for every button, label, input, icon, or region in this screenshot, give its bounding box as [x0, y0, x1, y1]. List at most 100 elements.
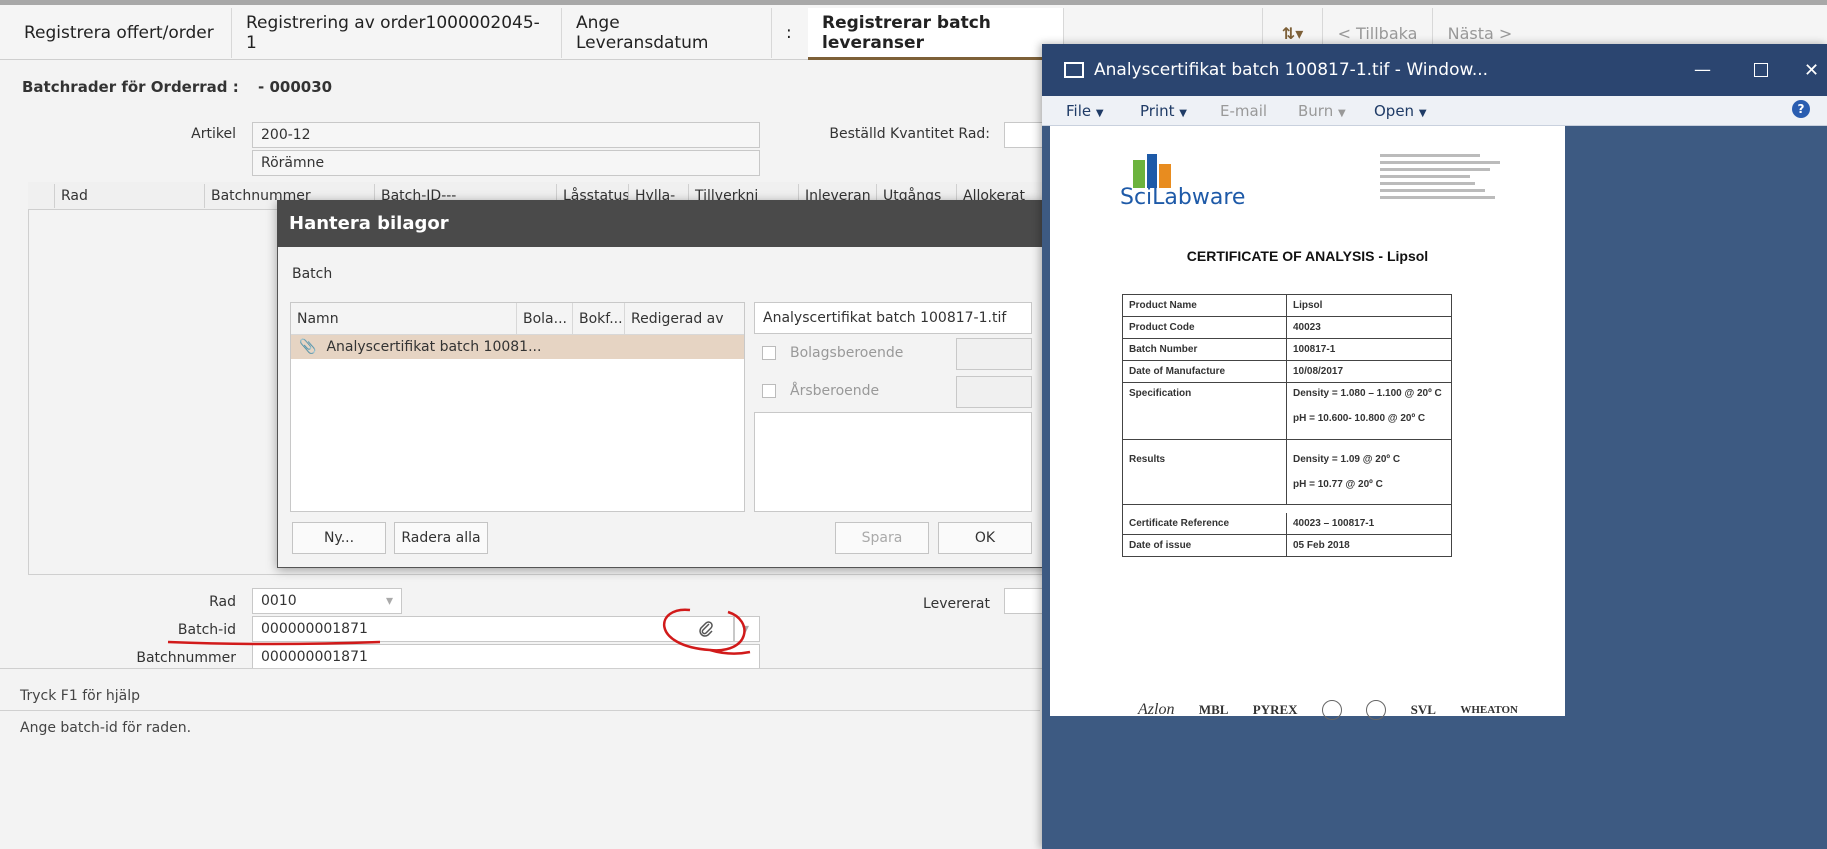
list-item[interactable]: 📎 Analyscertifikat batch 10081...: [291, 335, 744, 359]
brand-mbl: MBL: [1198, 702, 1229, 717]
tab-label: :: [786, 23, 792, 43]
table-row: Date of issue 05 Feb 2018: [1123, 535, 1451, 557]
cert-value: 40023: [1293, 322, 1321, 333]
attachment-name: Analyscertifikat batch 10081...: [326, 339, 542, 355]
help-icon[interactable]: ?: [1792, 100, 1810, 118]
brand-logo-icon: [1366, 700, 1387, 720]
certificate-table: Product Name Lipsol Product Code 40023 Bat…: [1122, 294, 1452, 557]
bolagsberoende-checkbox[interactable]: [762, 346, 776, 360]
viewer-app-icon: [1064, 62, 1084, 78]
back-label: < Tillbaka: [1337, 23, 1418, 43]
dialog-title: Hantera bilagor: [277, 200, 1047, 247]
tab-leveransdatum[interactable]: Ange Leveransdatum: [562, 8, 772, 58]
delete-all-button[interactable]: Radera alla: [394, 522, 488, 554]
table-row: Batch Number 100817-1: [1123, 339, 1451, 361]
col-redigerad[interactable]: Redigerad av: [625, 303, 744, 334]
bolagsberoende-label: Bolagsberoende: [790, 345, 904, 361]
table-row: Certificate Reference 40023 – 100817-1: [1123, 513, 1451, 535]
tab-separator: :: [772, 8, 808, 58]
menu-label: Open: [1374, 102, 1415, 120]
help-text: Tryck F1 för hjälp: [20, 688, 141, 704]
cert-key: Date of issue: [1123, 535, 1287, 556]
bestalld-kvantitet-label: Beställd Kvantitet Rad:: [829, 126, 990, 142]
description-textarea[interactable]: [754, 412, 1032, 512]
tab-batch-leveranser[interactable]: Registrerar batch leveranser: [808, 8, 1064, 60]
menu-label: Print: [1140, 102, 1175, 120]
cert-value-multi: Density = 1.080 – 1.100 @ 20º C pH = 10.6…: [1287, 383, 1451, 439]
brand-wheaton: WHEATON: [1460, 704, 1518, 716]
table-row: Results Density = 1.09 @ 20º C pH = 10.77 …: [1123, 440, 1451, 505]
menu-file[interactable]: File ▼: [1066, 102, 1104, 120]
attachment-list-header: Namn Bola... Bokf... Redigerad av: [291, 303, 744, 335]
footer-brands: Azlon MBL PYREX SVL WHEATON: [1138, 700, 1518, 720]
menu-burn[interactable]: Burn ▼: [1298, 102, 1346, 120]
artikel-field[interactable]: 200-12: [252, 122, 760, 148]
cert-value: Density = 1.09 @ 20º C: [1293, 454, 1401, 465]
menu-label: E-mail: [1220, 102, 1268, 120]
brand-pyrex: PYREX: [1252, 702, 1298, 717]
col-rad[interactable]: Rad: [54, 184, 204, 208]
cert-value: pH = 10.600- 10.800 @ 20º C: [1293, 413, 1426, 424]
next-label: Nästa >: [1447, 23, 1513, 43]
col-bolag[interactable]: Bola...: [517, 303, 573, 334]
brand-svl: SVL: [1410, 702, 1436, 717]
company-address-block: [1380, 150, 1510, 230]
bestalld-kvantitet-field[interactable]: [1004, 122, 1044, 148]
cert-value: Density = 1.080 – 1.100 @ 20º C: [1293, 388, 1442, 399]
brand-name: SciLabware: [1120, 185, 1246, 210]
minimize-icon[interactable]: —: [1694, 60, 1711, 80]
viewer-titlebar: Analyscertifikat batch 100817-1.tif - Wi…: [1042, 44, 1827, 96]
red-annotation: [167, 608, 751, 655]
tab-label: Ange Leveransdatum: [576, 13, 709, 53]
tab-registrering-order[interactable]: Registrering av order1000002045-1: [232, 8, 562, 58]
cert-key: Certificate Reference: [1123, 513, 1287, 534]
status-divider: [0, 710, 1040, 711]
cert-value: 05 Feb 2018: [1293, 540, 1350, 551]
arsberoende-label: Årsberoende: [790, 383, 880, 399]
menu-email[interactable]: E-mail: [1220, 102, 1267, 120]
artikel-label: Artikel: [191, 126, 236, 142]
tab-registrera-offert[interactable]: Registrera offert/order: [10, 8, 232, 58]
arsberoende-checkbox[interactable]: [762, 384, 776, 398]
selected-file-field[interactable]: Analyscertifikat batch 100817-1.tif: [754, 302, 1032, 334]
table-row: Date of Manufacture 10/08/2017: [1123, 361, 1451, 383]
cert-value: 10/08/2017: [1293, 366, 1344, 377]
col-namn[interactable]: Namn: [291, 303, 517, 334]
table-row: Product Code 40023: [1123, 317, 1451, 339]
viewer-menu: File ▼ Print ▼ E-mail Burn ▼ Open ▼ ?: [1042, 96, 1827, 126]
cert-value: 100817-1: [1293, 344, 1336, 355]
cert-key: Results: [1123, 440, 1287, 504]
menu-label: File: [1066, 102, 1092, 120]
brand-logo-icon: [1321, 700, 1342, 720]
cert-key: Specification: [1123, 383, 1287, 439]
col-bokf[interactable]: Bokf...: [573, 303, 625, 334]
levererat-label: Levererat: [923, 596, 990, 612]
cert-value-multi: Density = 1.09 @ 20º C pH = 10.77 @ 20º C: [1287, 440, 1451, 504]
cert-value: Lipsol: [1293, 300, 1323, 311]
sort-icon: ⇅▾: [1281, 23, 1304, 43]
close-icon[interactable]: ✕: [1804, 60, 1819, 81]
certificate-heading: CERTIFICATE OF ANALYSIS - Lipsol: [1186, 248, 1429, 264]
artikel-description-field: Rörämne: [252, 150, 760, 176]
dialog-section-label: Batch: [292, 266, 333, 282]
menu-print[interactable]: Print ▼: [1140, 102, 1187, 120]
cert-key: Product Name: [1123, 295, 1287, 316]
save-button[interactable]: Spara: [835, 522, 929, 554]
bolag-field: [956, 338, 1032, 370]
ok-button[interactable]: OK: [938, 522, 1032, 554]
paperclip-icon: 📎: [299, 339, 317, 355]
cert-key: Product Code: [1123, 317, 1287, 338]
tab-label: Registrerar batch leveranser: [822, 13, 991, 53]
table-row: Specification Density = 1.080 – 1.100 @ 2…: [1123, 383, 1451, 440]
cert-key: Date of Manufacture: [1123, 361, 1287, 382]
table-row: Product Name Lipsol: [1123, 295, 1451, 317]
maximize-icon[interactable]: [1754, 63, 1768, 77]
tab-label: Registrering av order1000002045-1: [246, 13, 540, 53]
new-button[interactable]: Ny...: [292, 522, 386, 554]
cert-value: pH = 10.77 @ 20º C: [1293, 479, 1383, 490]
orderrad-value: - 000030: [258, 78, 333, 96]
cert-value: 40023 – 100817-1: [1293, 518, 1375, 529]
menu-open[interactable]: Open ▼: [1374, 102, 1427, 120]
levererat-field[interactable]: [1004, 588, 1044, 614]
cert-key: Batch Number: [1123, 339, 1287, 360]
